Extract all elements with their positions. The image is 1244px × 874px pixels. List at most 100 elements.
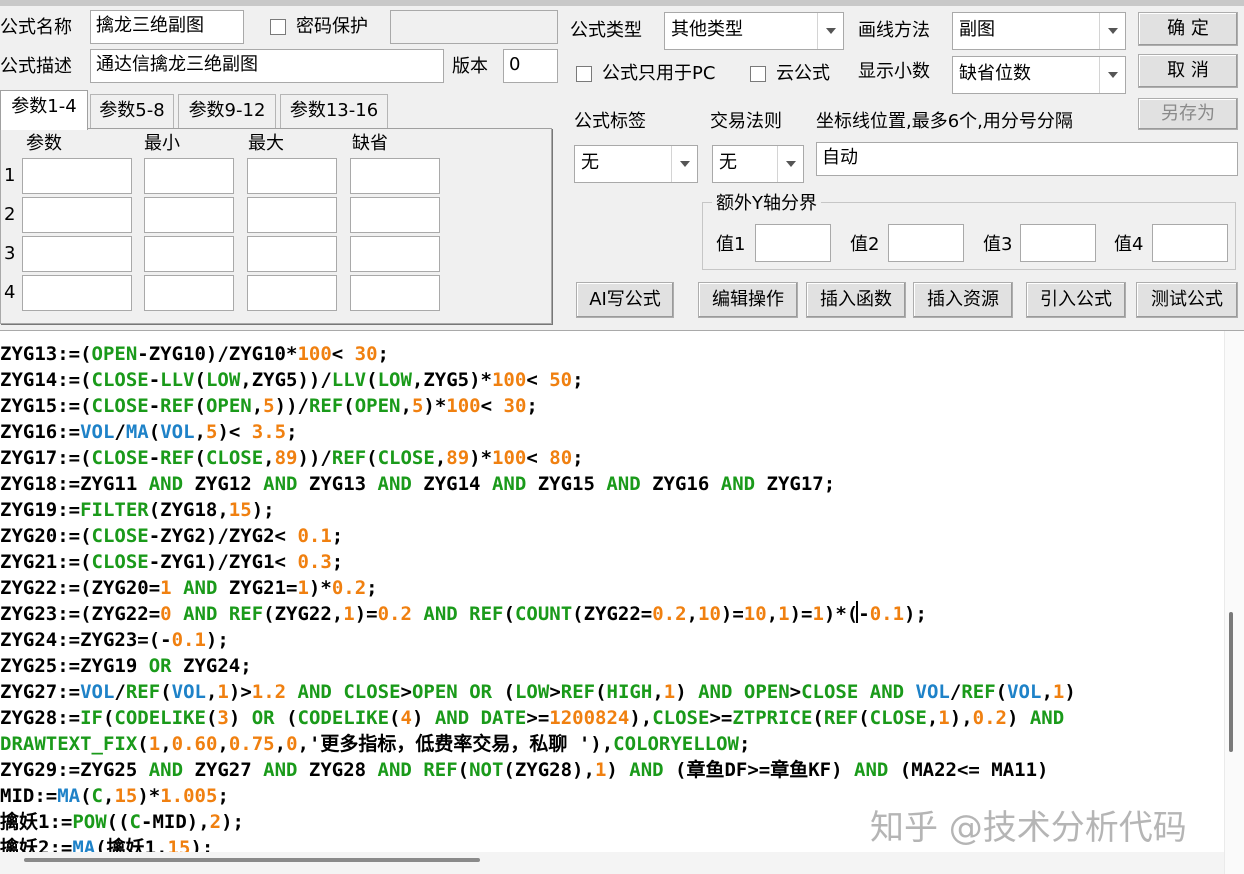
version-input[interactable]: 0 <box>503 49 558 83</box>
draw-method-select[interactable]: 副图 <box>952 12 1126 50</box>
draw-method-value: 副图 <box>959 19 995 40</box>
trade-rule-select[interactable]: 无 <box>712 145 804 183</box>
param-default-input[interactable] <box>350 158 440 194</box>
param-max-input[interactable] <box>247 158 337 194</box>
val3-input[interactable] <box>1020 224 1096 262</box>
text-caret <box>856 601 858 623</box>
param-default-input[interactable] <box>350 236 440 272</box>
test-formula-button[interactable]: 测试公式 <box>1136 282 1238 318</box>
val1-input[interactable] <box>755 224 831 262</box>
code-line[interactable]: ZYG28:=IF(CODELIKE(3) OR (CODELIKE(4) AN… <box>0 705 1076 731</box>
tab-params-1-4[interactable]: 参数1-4 <box>0 90 88 130</box>
param-max-input[interactable] <box>247 275 337 311</box>
code-token: AND <box>1029 707 1065 729</box>
password-checkbox[interactable] <box>270 19 286 35</box>
param-param-input[interactable] <box>22 197 132 233</box>
param-min-input[interactable] <box>144 197 234 233</box>
code-line[interactable]: ZYG14:=(CLOSE-LLV(LOW,ZYG5))/LLV(LOW,ZYG… <box>0 367 1076 393</box>
code-token: ( <box>343 395 355 417</box>
password-input[interactable] <box>390 10 558 44</box>
ai-formula-button[interactable]: AI写公式 <box>576 282 674 318</box>
code-token: , <box>766 603 779 625</box>
formula-name-input[interactable]: 擒龙三绝副图 <box>90 10 244 44</box>
chevron-down-icon[interactable] <box>1099 13 1125 49</box>
code-line[interactable]: ZYG23:=(ZYG22=0 AND REF(ZYG22,1)=0.2 AND… <box>0 601 1076 627</box>
param-param-input[interactable] <box>22 236 132 272</box>
tab-params-9-12[interactable]: 参数9-12 <box>178 94 276 128</box>
cancel-button[interactable]: 取 消 <box>1138 54 1238 88</box>
val4-input[interactable] <box>1152 224 1228 262</box>
code-line[interactable]: ZYG18:=ZYG11 AND ZYG12 AND ZYG13 AND ZYG… <box>0 471 1076 497</box>
param-default-input[interactable] <box>350 275 440 311</box>
extra-y-axis-label: 额外Y轴分界 <box>712 192 821 216</box>
import-formula-button[interactable]: 引入公式 <box>1026 282 1126 318</box>
ok-button[interactable]: 确 定 <box>1138 12 1238 46</box>
formula-tag-select[interactable]: 无 <box>574 145 698 183</box>
code-line[interactable]: ZYG20:=(CLOSE-ZYG2)/ZYG2< 0.1; <box>0 523 1076 549</box>
param-min-input[interactable] <box>144 275 234 311</box>
param-param-input[interactable] <box>22 275 132 311</box>
param-min-input[interactable] <box>144 236 234 272</box>
insert-resource-button[interactable]: 插入资源 <box>913 282 1013 318</box>
decimals-select[interactable]: 缺省位数 <box>952 56 1126 94</box>
code-token: ZYG12 <box>183 473 264 495</box>
vertical-scroll-thumb[interactable] <box>1229 612 1233 752</box>
code-line[interactable]: ZYG27:=VOL/REF(VOL,1)>1.2 AND CLOSE>OPEN… <box>0 679 1076 705</box>
cloud-checkbox[interactable] <box>750 66 766 82</box>
code-line[interactable]: ZYG29:=ZYG25 AND ZYG27 AND ZYG28 AND REF… <box>0 757 1076 783</box>
save-as-button[interactable]: 另存为 <box>1138 98 1238 130</box>
code-token: , <box>160 733 172 755</box>
param-default-input[interactable] <box>350 197 440 233</box>
chevron-down-icon[interactable] <box>817 13 843 49</box>
code-token: )< <box>217 421 252 443</box>
param-max-input[interactable] <box>247 236 337 272</box>
code-line[interactable]: ZYG21:=(CLOSE-ZYG1)/ZYG1< 0.3; <box>0 549 1076 575</box>
code-line[interactable]: ZYG15:=(CLOSE-REF(OPEN,5))/REF(OPEN,5)*1… <box>0 393 1076 419</box>
code-token: OPEN <box>354 395 401 417</box>
chevron-down-icon[interactable] <box>671 146 697 182</box>
chevron-down-icon[interactable] <box>777 146 803 182</box>
code-line[interactable]: ZYG17:=(CLOSE-REF(CLOSE,89))/REF(CLOSE,8… <box>0 445 1076 471</box>
code-token: CLOSE <box>205 447 264 469</box>
val2-input[interactable] <box>888 224 964 262</box>
param-max-input[interactable] <box>247 197 337 233</box>
param-min-input[interactable] <box>144 158 234 194</box>
code-token: ( <box>80 785 92 807</box>
code-line[interactable]: ZYG16:=VOL/MA(VOL,5)< 3.5; <box>0 419 1076 445</box>
code-line[interactable]: ZYG25:=ZYG19 OR ZYG24; <box>0 653 1076 679</box>
edit-operations-button[interactable]: 编辑操作 <box>698 282 798 318</box>
code-token: COLORYELLOW <box>613 733 740 755</box>
code-token: CODELIKE <box>114 707 206 729</box>
formula-desc-input[interactable]: 通达信擒龙三绝副图 <box>90 49 444 83</box>
code-token: ZYG29:=ZYG25 <box>0 759 149 781</box>
code-token: , <box>205 681 218 703</box>
code-token: ))/ <box>297 447 332 469</box>
coord-line-input[interactable]: 自动 <box>816 142 1238 176</box>
chevron-down-icon[interactable] <box>1099 57 1125 93</box>
code-token: AND <box>183 603 218 625</box>
code-line[interactable]: ZYG22:=(ZYG20=1 AND ZYG21=1)*0.2; <box>0 575 1076 601</box>
insert-function-button[interactable]: 插入函数 <box>806 282 906 318</box>
vertical-scrollbar[interactable] <box>1224 331 1244 874</box>
code-line[interactable]: ZYG19:=FILTER(ZYG18,15); <box>0 497 1076 523</box>
code-token: < <box>480 395 504 417</box>
param-param-input[interactable] <box>22 158 132 194</box>
tab-params-13-16[interactable]: 参数13-16 <box>280 94 388 128</box>
tab-params-5-8[interactable]: 参数5-8 <box>90 94 174 128</box>
code-token: OPEN <box>411 681 458 703</box>
horizontal-scroll-thumb[interactable] <box>24 858 480 862</box>
code-line[interactable]: ZYG24:=ZYG23=(-0.1); <box>0 627 1076 653</box>
horizontal-scrollbar[interactable] <box>0 852 1224 874</box>
code-text[interactable]: ZYG13:=(OPEN-ZYG10)/ZYG10*100< 30; ZYG14:… <box>0 341 1076 861</box>
code-token: 0.60 <box>171 733 218 755</box>
pc-only-checkbox[interactable] <box>576 66 592 82</box>
code-line[interactable]: DRAWTEXT_FIX(1,0.60,0.75,0,'更多指标，低费率交易，私… <box>0 731 1076 757</box>
code-editor[interactable]: ZYG13:=(OPEN-ZYG10)/ZYG10*100< 30; ZYG14:… <box>0 330 1244 874</box>
code-token: ZYG16 <box>640 473 721 495</box>
code-token: (ZYG22, <box>263 603 344 625</box>
code-line[interactable]: ZYG13:=(OPEN-ZYG10)/ZYG10*100< 30; <box>0 341 1076 367</box>
code-token: ( <box>366 447 378 469</box>
formula-type-select[interactable]: 其他类型 <box>664 12 844 50</box>
